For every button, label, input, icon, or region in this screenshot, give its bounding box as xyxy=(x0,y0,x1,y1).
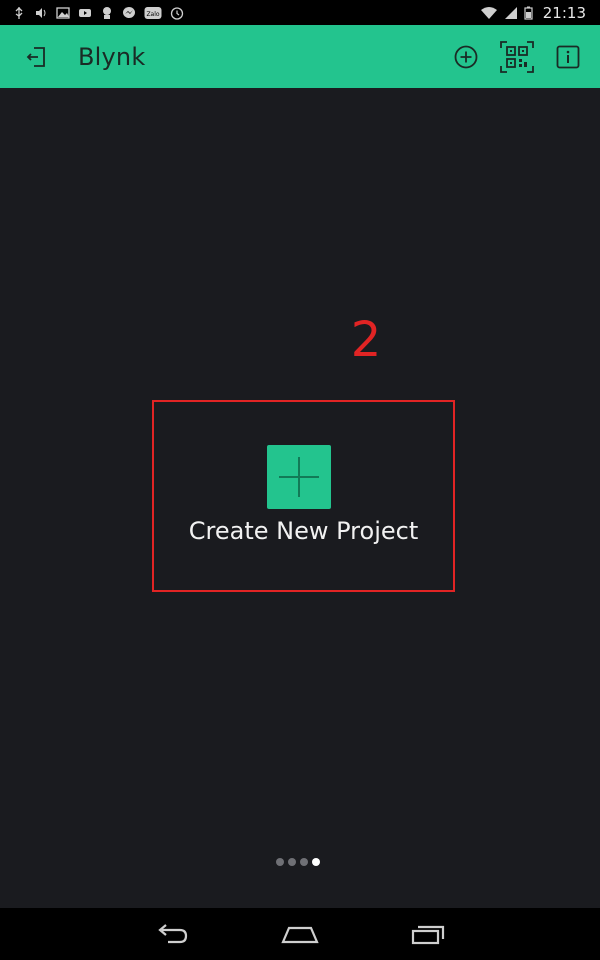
youtube-icon xyxy=(78,6,92,20)
svg-text:Zalo: Zalo xyxy=(146,11,159,18)
status-time: 21:13 xyxy=(542,3,586,22)
app-bar: Blynk xyxy=(0,25,600,88)
back-button[interactable] xyxy=(108,908,236,960)
home-button[interactable] xyxy=(236,908,364,960)
back-icon xyxy=(158,924,188,944)
create-project-label[interactable]: Create New Project xyxy=(152,517,455,545)
notification-icons: Zalo xyxy=(0,6,184,20)
page-dot[interactable] xyxy=(288,858,296,866)
messenger-icon xyxy=(122,6,136,20)
battery-icon xyxy=(524,6,533,20)
zalo-icon: Zalo xyxy=(144,6,162,20)
logout-button[interactable] xyxy=(24,44,50,70)
create-project-button[interactable] xyxy=(267,445,331,509)
page-dot[interactable] xyxy=(300,858,308,866)
app-title: Blynk xyxy=(78,42,146,71)
recent-apps-button[interactable] xyxy=(364,908,492,960)
app-bar-actions xyxy=(454,40,580,73)
page-dot-active[interactable] xyxy=(312,858,320,866)
image-icon xyxy=(56,6,70,20)
add-circle-icon xyxy=(454,45,478,68)
clock-icon xyxy=(170,6,184,20)
signal-icon xyxy=(504,6,518,20)
usb-icon xyxy=(12,6,26,20)
info-button[interactable] xyxy=(556,45,580,69)
system-status: 21:13 xyxy=(480,4,600,22)
logout-icon xyxy=(26,46,45,67)
step-annotation: 2 xyxy=(350,312,382,368)
page-dot[interactable] xyxy=(276,858,284,866)
app-icon xyxy=(100,6,114,20)
recent-apps-icon xyxy=(411,925,445,945)
page-indicator xyxy=(276,858,320,866)
volume-icon xyxy=(34,6,48,20)
add-project-button[interactable] xyxy=(454,45,478,69)
qr-scan-button[interactable] xyxy=(500,40,534,73)
navigation-bar xyxy=(0,908,600,960)
qr-code-icon xyxy=(500,40,534,73)
wifi-icon xyxy=(480,6,498,20)
info-icon xyxy=(556,45,580,68)
plus-icon xyxy=(279,457,319,497)
home-icon xyxy=(281,926,319,944)
status-bar: Zalo 21:13 xyxy=(0,0,600,25)
